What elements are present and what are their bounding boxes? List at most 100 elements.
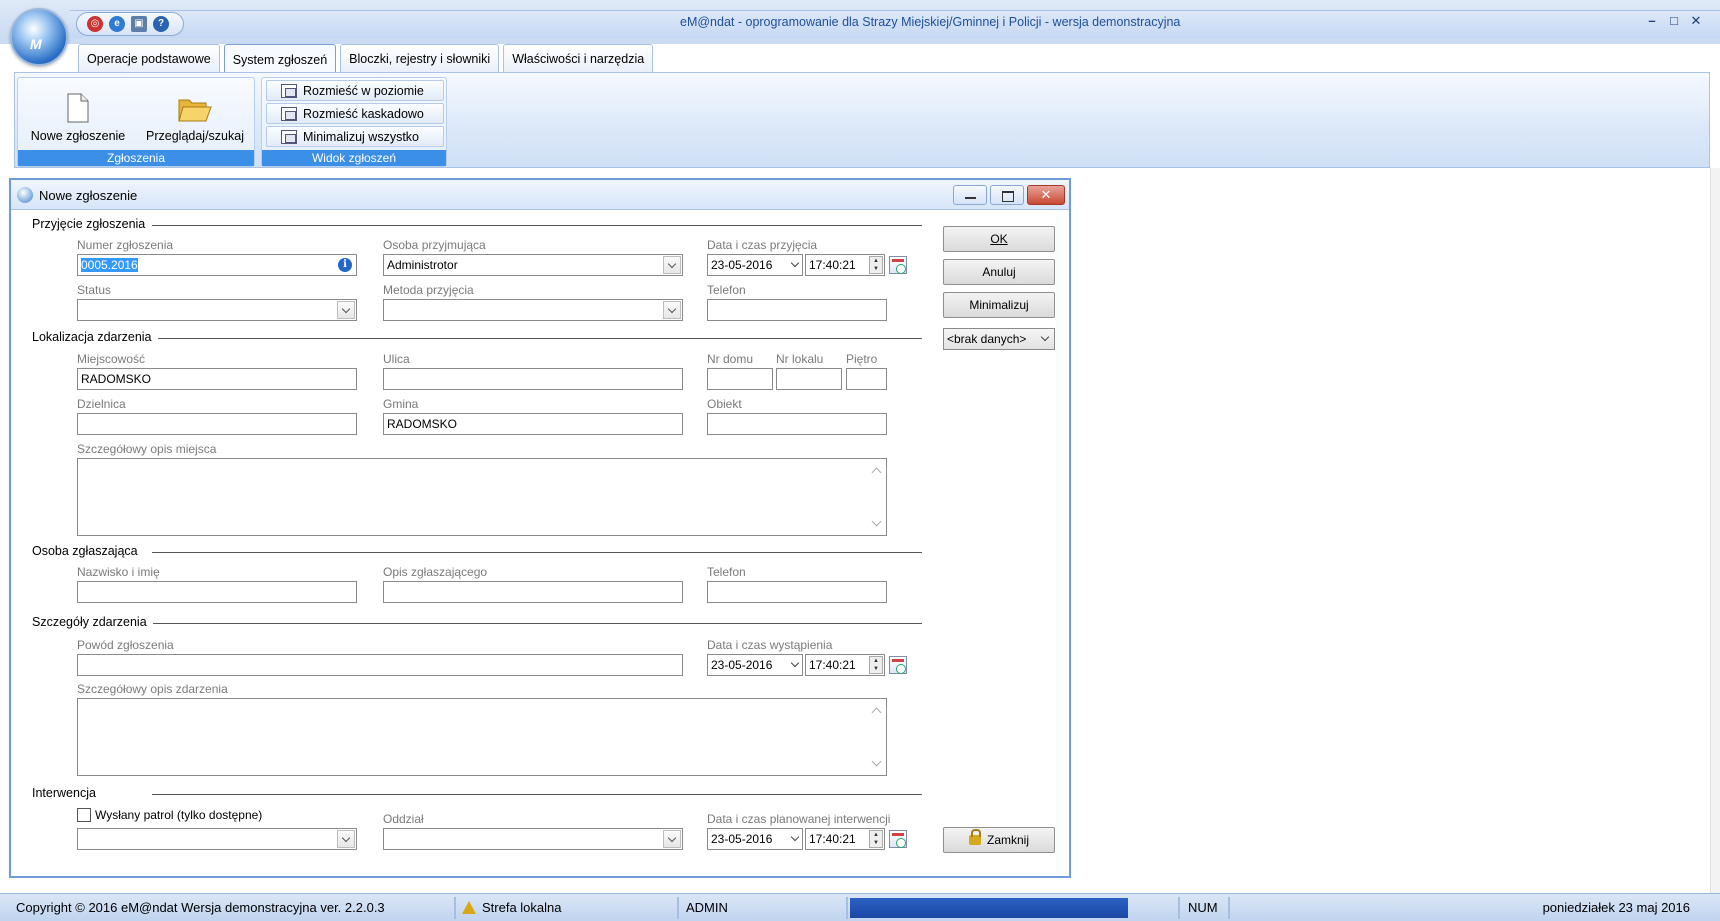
chevron-down-icon[interactable] [663,256,681,274]
cascade-windows-icon [281,106,297,121]
event-desc-label: Szczegółowy opis zdarzenia [77,682,228,696]
reporter-name-field[interactable] [77,581,357,603]
section-details-line [152,623,922,624]
tab-properties-tools[interactable]: Właściwości i narzędzia [503,44,654,72]
minimize-button[interactable]: Minimalizuj [943,292,1055,318]
help-icon[interactable]: ? [153,16,169,32]
no-data-select[interactable]: <brak danych> [943,328,1055,350]
section-details-title: Szczegóły zdarzenia [32,615,153,629]
date-status: poniedziałek 23 maj 2016 [1542,900,1690,915]
close-button[interactable]: Zamknij [943,827,1055,853]
place-description-textarea[interactable] [77,458,887,536]
time-spinner[interactable]: ▲ ▼ [869,656,883,674]
maximize-window-icon[interactable]: □ [1668,13,1680,29]
phone-label: Telefon [707,283,746,297]
section-reporter: Osoba zgłaszająca [32,544,932,558]
save-icon[interactable]: ▣ [131,16,147,32]
planned-time-field[interactable]: 17:40:21 ▲ ▼ [805,828,885,850]
info-icon[interactable]: i [338,258,352,272]
status-select[interactable] [77,299,357,321]
district-label: Dzielnica [77,397,126,411]
occurred-time-value: 17:40:21 [809,658,856,672]
group-label-view: Widok zgłoszeń [262,150,446,166]
cascade-button[interactable]: Rozmieść kaskadowo [266,103,444,124]
tile-windows-icon [281,83,297,98]
flat-no-field[interactable] [776,368,842,390]
chevron-down-icon[interactable] [790,258,800,268]
dialog-close-button[interactable]: ✕ [1027,185,1065,205]
commune-field[interactable]: RADOMSKO [383,413,683,435]
chevron-down-icon[interactable] [790,658,800,668]
section-intervention-title: Interwencja [32,786,102,800]
tab-registers[interactable]: Bloczki, rejestry i słowniki [340,44,500,72]
report-number-field[interactable]: 0005.2016 i [77,254,357,276]
dialog-maximize-button[interactable] [990,185,1024,205]
ribbon-group-reports: Nowe zgłoszenie Przeglądaj/szukaj Zgłosz… [17,77,255,167]
planned-time-value: 17:40:21 [809,832,856,846]
city-field[interactable]: RADOMSKO [77,368,357,390]
chevron-down-icon[interactable] [1040,332,1050,342]
receiver-select[interactable]: Administrotor [383,254,683,276]
minimize-all-button[interactable]: Minimalizuj wszystko [266,126,444,147]
dialog-minimize-button[interactable] [953,185,987,205]
time-spinner[interactable]: ▲ ▼ [869,256,883,274]
street-label: Ulica [383,352,410,366]
occurred-date-value: 23-05-2016 [711,658,773,672]
scroll-down-icon[interactable] [871,756,882,767]
reporter-desc-field[interactable] [383,581,683,603]
patrol-select[interactable] [77,828,357,850]
commune-label: Gmina [383,397,419,411]
method-select[interactable] [383,299,683,321]
ribbon: Nowe zgłoszenie Przeglądaj/szukaj Zgłosz… [14,72,1710,168]
cancel-button[interactable]: Anuluj [943,259,1055,285]
browse-button[interactable]: Przeglądaj/szukaj [138,80,252,150]
house-no-field[interactable] [707,368,773,390]
num-lock-status: NUM [1188,900,1218,915]
unit-select[interactable] [383,828,683,850]
street-field[interactable] [383,368,683,390]
section-intervention: Interwencja [32,786,932,800]
district-field[interactable] [77,413,357,435]
tab-basic-operations[interactable]: Operacje podstawowe [78,44,220,72]
occurred-date-field[interactable]: 23-05-2016 [707,654,803,676]
user-status: ADMIN [686,900,728,915]
reason-field[interactable] [77,654,683,676]
lifebuoy-icon[interactable]: ◎ [87,16,103,32]
chevron-down-icon[interactable] [663,830,681,848]
scroll-down-icon[interactable] [871,516,882,527]
chevron-down-icon[interactable] [663,301,681,319]
event-description-textarea[interactable] [77,698,887,776]
number-label: Numer zgłoszenia [77,238,174,252]
time-spinner[interactable]: ▲ ▼ [869,830,883,848]
received-date-field[interactable]: 23-05-2016 [707,254,803,276]
house-no-label: Nr domu [707,352,754,366]
new-report-button[interactable]: Nowe zgłoszenie [20,80,136,150]
calendar-clock-icon[interactable] [889,256,907,274]
chevron-down-icon[interactable] [337,301,355,319]
chevron-down-icon[interactable] [790,832,800,842]
phone-field[interactable] [707,299,887,321]
minimize-window-icon[interactable]: – [1646,13,1658,29]
section-intervention-line [152,794,922,795]
ribbon-tabs: Operacje podstawowe System zgłoszeń Bloc… [78,44,654,74]
received-time-field[interactable]: 17:40:21 ▲ ▼ [805,254,885,276]
scroll-up-icon[interactable] [871,467,882,478]
floor-field[interactable] [846,368,887,390]
reporter-phone-field[interactable] [707,581,887,603]
ok-button[interactable]: OK [943,226,1055,252]
planned-date-field[interactable]: 23-05-2016 [707,828,803,850]
tab-report-system[interactable]: System zgłoszeń [223,44,337,74]
browser-icon[interactable]: e [109,16,125,32]
copyright-text: Copyright © 2016 eM@ndat Wersja demonstr… [16,900,385,915]
section-location: Lokalizacja zdarzenia [32,330,932,344]
chevron-down-icon[interactable] [337,830,355,848]
close-window-icon[interactable]: ✕ [1690,13,1702,29]
occurred-time-field[interactable]: 17:40:21 ▲ ▼ [805,654,885,676]
tile-horizontal-button[interactable]: Rozmieść w poziomie [266,80,444,101]
calendar-clock-icon[interactable] [889,656,907,674]
patrol-sent-checkbox[interactable] [77,808,91,822]
calendar-clock-icon[interactable] [889,830,907,848]
group-label-reports: Zgłoszenia [18,150,254,166]
object-field[interactable] [707,413,887,435]
scroll-up-icon[interactable] [871,707,882,718]
